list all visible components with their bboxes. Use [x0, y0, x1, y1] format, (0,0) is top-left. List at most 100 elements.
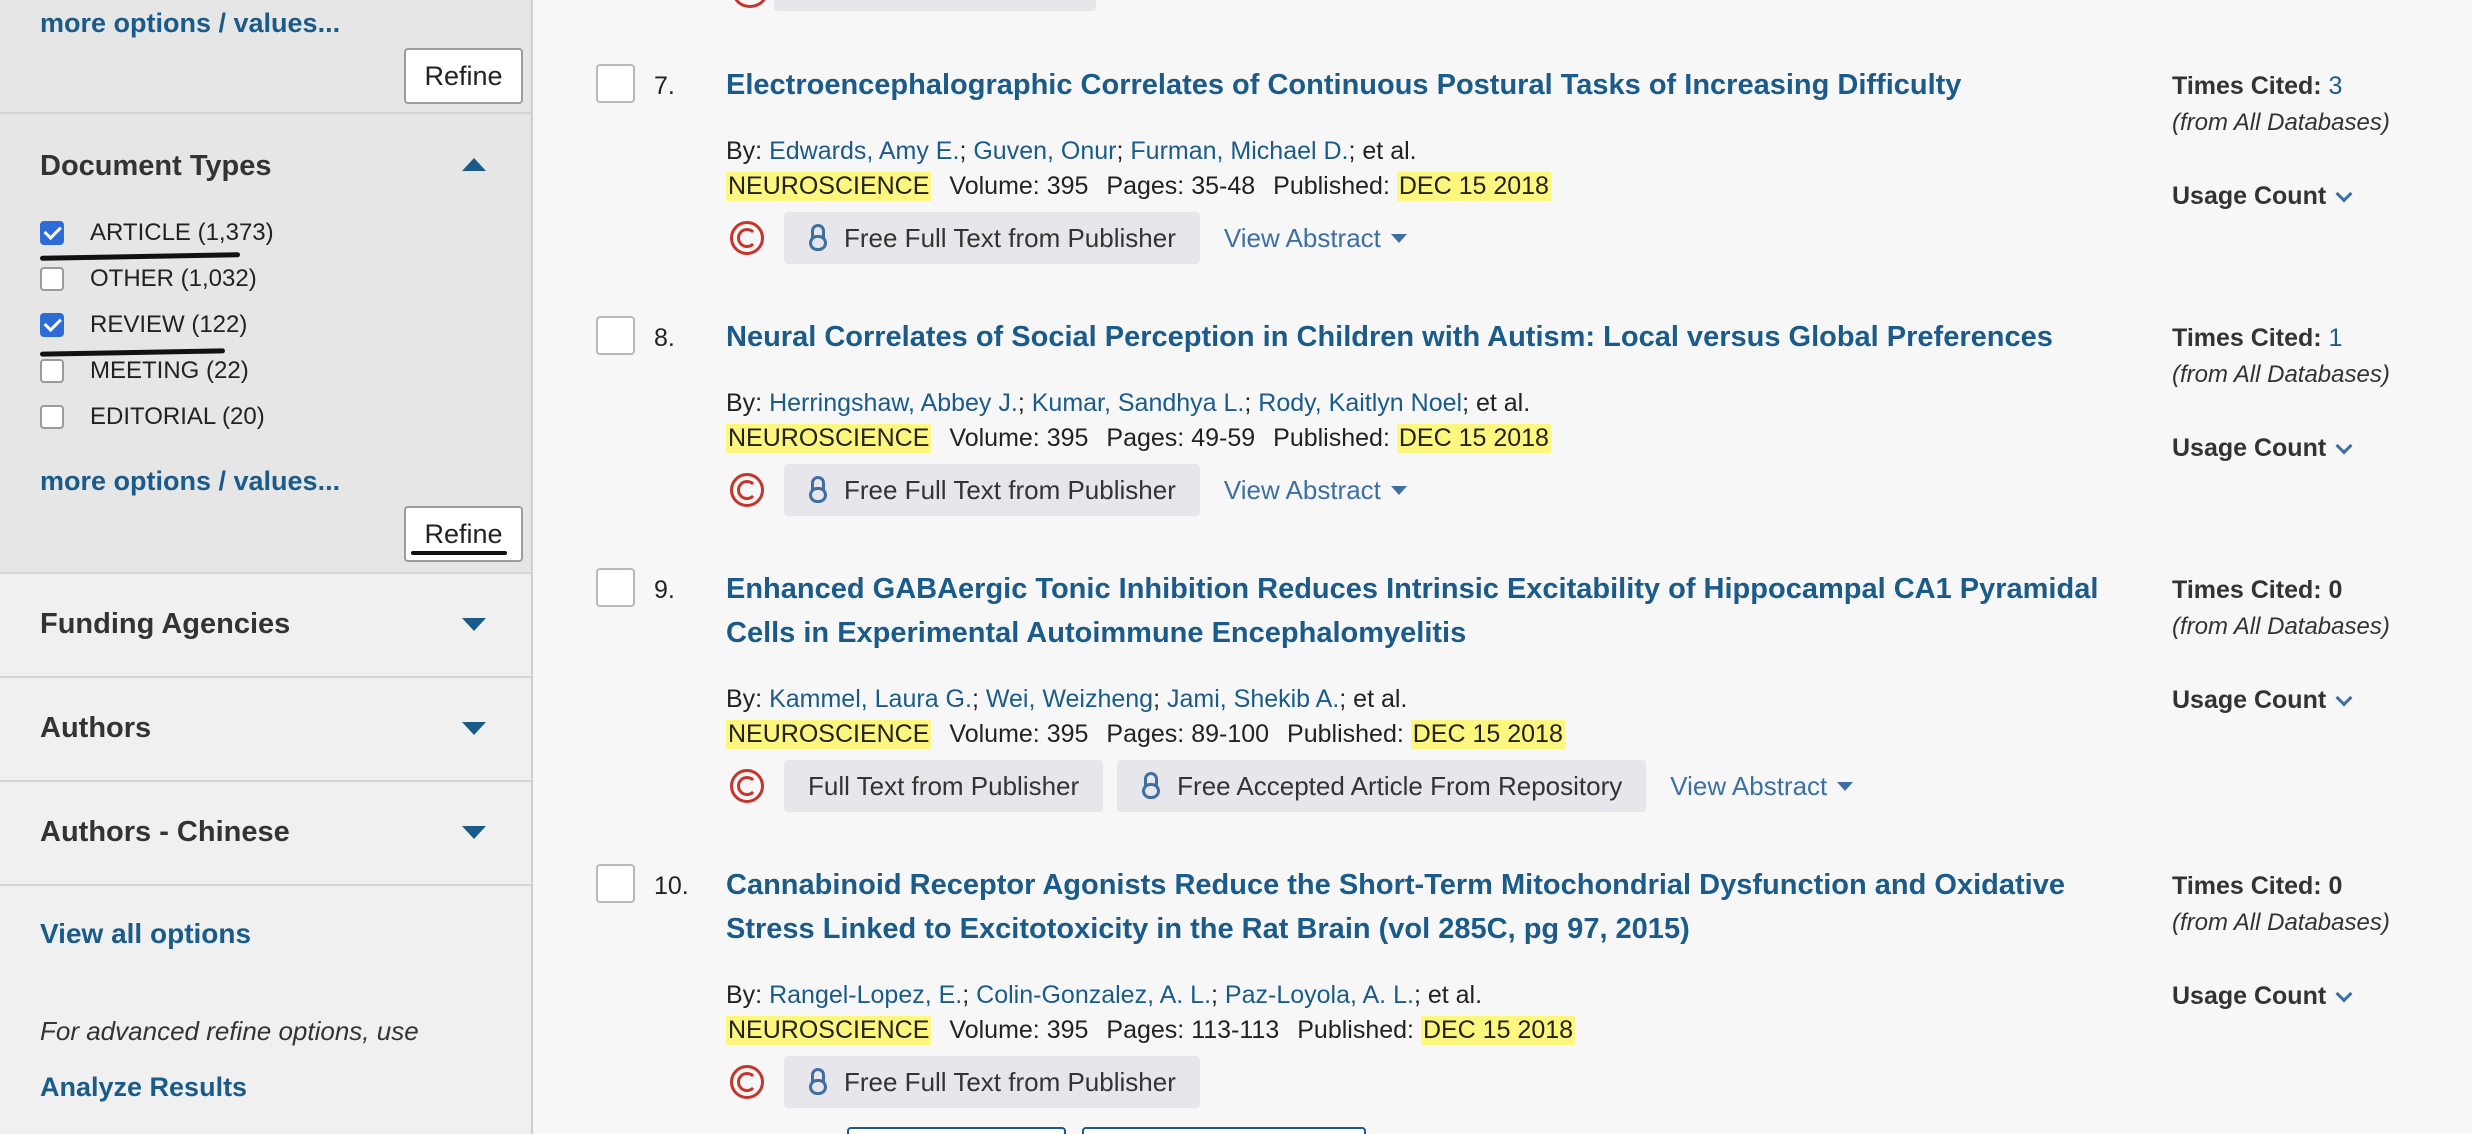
times-cited-count[interactable]: 3 [2329, 72, 2343, 100]
doc-type-label: EDITORIAL (20) [90, 403, 265, 430]
by-label: By: [726, 137, 763, 165]
author-link[interactable]: Rangel-Lopez, E. [769, 981, 962, 1009]
previous-record-button[interactable] [774, 0, 1096, 11]
refine-sidebar: more options / values... Refine Document… [0, 0, 533, 1134]
doc-type-option-other[interactable]: OTHER (1,032) [40, 262, 257, 296]
view-all-options-link[interactable]: View all options [40, 918, 251, 950]
doc-type-option-article[interactable]: ARTICLE (1,373) [40, 216, 274, 250]
record-title[interactable]: Enhanced GABAergic Tonic Inhibition Redu… [726, 567, 2116, 655]
repository-button[interactable]: Free Accepted Article From Repository [1117, 760, 1647, 812]
volume: Volume: 395 [949, 720, 1089, 748]
usage-count-toggle[interactable]: Usage Count [2172, 434, 2353, 463]
times-cited: Times Cited: 0 [2172, 872, 2342, 901]
view-abstract-link[interactable]: View Abstract [1224, 475, 1407, 506]
author-link[interactable]: Jami, Shekib A. [1167, 685, 1339, 713]
published-date: DEC 15 2018 [1396, 172, 1551, 201]
facet-authors-chinese[interactable]: Authors - Chinese [0, 782, 531, 884]
record-checkbox[interactable] [596, 316, 635, 355]
record-checkbox[interactable] [596, 864, 635, 903]
chevron-down-icon[interactable] [462, 618, 486, 631]
button-label: Full Text from Publisher [808, 770, 1080, 801]
journal-name: NEUROSCIENCE [726, 720, 932, 749]
chevron-down-icon [2335, 437, 2353, 454]
refine-button-top[interactable]: Refine [404, 48, 523, 104]
full-text-button[interactable]: Free Full Text from Publisher [784, 464, 1200, 516]
sfx-icon[interactable] [730, 473, 764, 507]
sfx-icon[interactable] [733, 0, 767, 8]
author-link[interactable]: Herringshaw, Abbey J. [769, 389, 1018, 417]
full-text-button[interactable]: Free Full Text from Publisher [784, 212, 1200, 264]
checkbox-article[interactable] [40, 221, 64, 245]
author-link[interactable]: Edwards, Amy E. [769, 137, 959, 165]
facet-funding-agencies[interactable]: Funding Agencies [0, 574, 531, 676]
author-link[interactable]: Kammel, Laura G. [769, 685, 972, 713]
checkbox-review[interactable] [40, 313, 64, 337]
facet-authors[interactable]: Authors [0, 678, 531, 780]
view-abstract-link[interactable]: View Abstract [1224, 223, 1407, 254]
pages: Pages: 49-59 [1106, 424, 1256, 452]
doc-type-option-review[interactable]: REVIEW (122) [40, 308, 247, 342]
author-link[interactable]: Paz-Loyola, A. L. [1225, 981, 1414, 1009]
sfx-icon[interactable] [730, 221, 764, 255]
author-link[interactable]: Guven, Onur [973, 137, 1116, 165]
volume: Volume: 395 [949, 424, 1089, 452]
published-date: DEC 15 2018 [1396, 424, 1551, 453]
doc-type-option-meeting[interactable]: MEETING (22) [40, 354, 249, 388]
full-text-button[interactable]: Free Full Text from Publisher [784, 1056, 1200, 1108]
checkbox-meeting[interactable] [40, 359, 64, 383]
published-date: DEC 15 2018 [1410, 720, 1565, 749]
more-options-link[interactable]: more options / values... [40, 466, 340, 497]
chevron-up-icon[interactable] [462, 158, 486, 171]
author-link[interactable]: Colin-Gonzalez, A. L. [976, 981, 1211, 1009]
caret-down-icon [1390, 485, 1407, 495]
record-title[interactable]: Neural Correlates of Social Perception i… [726, 315, 2116, 359]
usage-count-toggle[interactable]: Usage Count [2172, 982, 2353, 1011]
doc-type-option-editorial[interactable]: EDITORIAL (20) [40, 400, 265, 434]
cut-off-button[interactable] [1082, 1127, 1366, 1134]
record-title[interactable]: Electroencephalographic Correlates of Co… [726, 63, 2116, 107]
chevron-down-icon[interactable] [462, 722, 486, 735]
chevron-down-icon[interactable] [462, 826, 486, 839]
document-types-facet: Document Types ARTICLE (1,373) OTHER (1,… [0, 114, 531, 572]
more-options-link-top[interactable]: more options / values... [40, 8, 340, 39]
usage-count-toggle[interactable]: Usage Count [2172, 182, 2353, 211]
document-types-title[interactable]: Document Types [40, 150, 272, 183]
author-link[interactable]: Wei, Weizheng [986, 685, 1153, 713]
sfx-icon[interactable] [730, 1065, 764, 1099]
button-label: Free Full Text from Publisher [844, 1066, 1176, 1097]
record-actions: Free Full Text from Publisher View Abstr… [730, 212, 1407, 264]
record-checkbox[interactable] [596, 568, 635, 607]
record-authors: By: Herringshaw, Abbey J.; Kumar, Sandhy… [726, 389, 1531, 417]
journal-name: NEUROSCIENCE [726, 1016, 932, 1045]
published-label: Published: [1287, 720, 1404, 748]
volume: Volume: 395 [949, 172, 1089, 200]
checkbox-editorial[interactable] [40, 405, 64, 429]
cut-off-button[interactable] [847, 1127, 1066, 1134]
record-title[interactable]: Cannabinoid Receptor Agonists Reduce the… [726, 863, 2116, 951]
view-abstract-link[interactable]: View Abstract [1670, 771, 1854, 802]
chevron-down-icon [2335, 985, 2353, 1002]
full-text-button[interactable]: Full Text from Publisher [784, 760, 1104, 812]
button-label: Free Full Text from Publisher [844, 222, 1176, 253]
times-cited-count[interactable]: 1 [2329, 324, 2343, 352]
author-link[interactable]: Furman, Michael D. [1130, 137, 1348, 165]
times-cited: Times Cited: 3 [2172, 72, 2342, 101]
times-cited-label: Times Cited: [2172, 72, 2322, 100]
usage-count-toggle[interactable]: Usage Count [2172, 686, 2353, 715]
record-actions: Full Text from Publisher Free Accepted A… [730, 760, 1854, 812]
record-source: NEUROSCIENCE Volume: 395 Pages: 49-59 Pu… [726, 424, 1551, 453]
sfx-icon[interactable] [730, 769, 764, 803]
checkbox-other[interactable] [40, 267, 64, 291]
usage-count-label: Usage Count [2172, 982, 2327, 1010]
author-link[interactable]: Rody, Kaitlyn Noel [1258, 389, 1462, 417]
button-label: Free Accepted Article From Repository [1177, 770, 1623, 801]
usage-count-label: Usage Count [2172, 434, 2327, 462]
record-authors: By: Rangel-Lopez, E.; Colin-Gonzalez, A.… [726, 981, 1483, 1009]
record-authors: By: Kammel, Laura G.; Wei, Weizheng; Jam… [726, 685, 1408, 713]
doc-type-label: OTHER (1,032) [90, 265, 257, 292]
et-al: ; et al. [1413, 981, 1483, 1009]
author-link[interactable]: Kumar, Sandhya L. [1032, 389, 1245, 417]
analyze-results-link[interactable]: Analyze Results [40, 1072, 247, 1103]
record-number: 8. [654, 324, 675, 352]
record-checkbox[interactable] [596, 64, 635, 103]
